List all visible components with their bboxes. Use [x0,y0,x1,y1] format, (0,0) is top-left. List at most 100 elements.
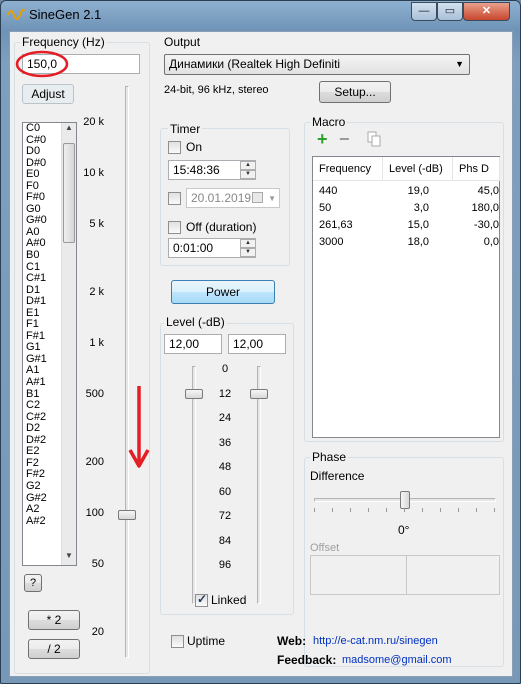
date-chevron-icon: ▼ [268,194,276,203]
macro-cell-phase: 45,0 [477,185,499,197]
copy-icon[interactable] [367,131,381,147]
title-bar[interactable]: SineGen 2.1 — ▭ ✕ [1,1,520,31]
app-window: SineGen 2.1 — ▭ ✕ Frequency (Hz) 150,0 A… [0,0,521,684]
phase-slider-thumb[interactable] [400,491,410,509]
help-button[interactable]: ? [24,574,42,592]
linked-label: Linked [211,593,247,607]
uptime-label: Uptime [187,634,226,648]
web-label: Web: [277,634,307,648]
output-label: Output [164,35,201,49]
macro-row[interactable]: 261,63 15,0 -30,0 [313,217,499,234]
main-panel: Frequency (Hz) 150,0 Adjust C0 C#0 D0 D#0 E0… [9,31,513,677]
phase-ticks [314,508,496,514]
col-frequency-header[interactable]: Frequency [313,157,383,181]
level-tick-label: 48 [218,461,232,473]
phase-label: Phase [310,450,349,464]
linked-checkbox[interactable] [195,592,208,607]
level-right-thumb[interactable] [250,389,268,399]
frequency-scale-label: 50 [91,558,104,570]
col-phase-header[interactable]: Phs D [453,157,500,181]
level-left-input[interactable]: 12,00 [164,334,222,354]
timer-date-value: 20.01.2019 [191,191,252,205]
timer-on-checkbox[interactable] [168,141,181,154]
macro-row[interactable]: 50 3,0 180,0 [313,200,499,217]
frequency-scale-label: 5 k [89,218,104,230]
phase-tick [332,508,333,512]
minimize-button[interactable]: — [411,2,437,21]
spin-up-icon[interactable]: ▲ [240,239,256,248]
output-device-select[interactable]: Динамики (Realtek High Definiti ▼ [164,54,470,75]
spin-down-icon[interactable]: ▼ [240,170,256,179]
output-format: 24-bit, 96 kHz, stereo [164,84,269,96]
duration-spinner[interactable]: ▲ ▼ [240,239,256,257]
frequency-scale-label: 2 k [89,286,104,298]
multiply-two-button[interactable]: * 2 [28,610,80,630]
phase-tick [494,508,495,512]
adjust-button[interactable]: Adjust [22,84,74,104]
phase-tick [368,508,369,512]
macro-cell-phase: -30,0 [473,219,499,231]
phase-tick [404,508,405,512]
web-link[interactable]: http://e-cat.nm.ru/sinegen [313,635,438,647]
uptime-checkbox[interactable] [171,635,184,648]
offset-box [310,555,500,595]
sine-wave-icon [7,8,25,20]
timer-date-input[interactable]: 20.01.2019 ▼ [186,188,280,208]
phase-tick [314,508,315,512]
red-arrow [128,386,150,468]
phase-tick [440,508,441,512]
window-title: SineGen 2.1 [29,7,102,22]
setup-button[interactable]: Setup... [319,81,391,103]
level-left-track[interactable] [192,366,196,604]
macro-cell-phase: 0,0 [483,236,499,248]
frequency-scale-label: 20 k [83,116,104,128]
plus-icon[interactable]: + [317,130,328,148]
phase-tick [350,508,351,512]
timer-date-checkbox[interactable] [168,192,181,205]
highlight-circle [15,50,69,78]
frequency-slider-track[interactable] [125,86,129,658]
level-label: Level (-dB) [164,315,227,329]
calendar-icon[interactable] [252,192,263,203]
macro-row[interactable]: 3000 18,0 0,0 [313,234,499,251]
phase-tick [476,508,477,512]
offset-label: Offset [310,542,340,554]
macro-cell-freq: 261,63 [319,219,353,231]
frequency-slider-thumb[interactable] [118,510,136,520]
macro-cell-freq: 50 [319,202,332,214]
spin-up-icon[interactable]: ▲ [240,161,256,170]
time-spinner[interactable]: ▲ ▼ [240,161,256,179]
level-tick-label: 36 [218,436,232,449]
macro-table[interactable]: Frequency Level (-dB) Phs D 440 19,0 45,0 5… [312,156,500,438]
timer-label: Timer [168,122,203,136]
frequency-label: Frequency (Hz) [20,35,107,49]
divide-two-button[interactable]: / 2 [28,639,80,659]
level-left-thumb[interactable] [185,389,203,399]
frequency-scale-label: 1 k [89,337,104,349]
power-button[interactable]: Power [171,280,275,304]
feedback-email[interactable]: madsome@gmail.com [342,654,452,666]
phase-tick [458,508,459,512]
timer-off-label: Off (duration) [186,220,257,234]
macro-row[interactable]: 440 19,0 45,0 [313,183,499,200]
phase-tick [386,508,387,512]
level-right-input[interactable]: 12,00 [228,334,286,354]
timer-off-checkbox[interactable] [168,221,181,234]
macro-cell-level: 15,0 [407,219,429,231]
frequency-scale-label: 100 [85,507,104,519]
level-tick-label: 0 [221,363,229,375]
spin-down-icon[interactable]: ▼ [240,248,256,257]
feedback-label: Feedback: [277,653,337,667]
chevron-down-icon: ▼ [455,59,464,69]
level-right-track[interactable] [257,366,261,604]
col-level-header[interactable]: Level (-dB) [383,157,453,181]
phase-tick [422,508,423,512]
macro-cell-level: 19,0 [407,185,429,197]
level-tick-label: 84 [218,534,232,547]
macro-cell-freq: 3000 [319,236,344,248]
maximize-button[interactable]: ▭ [437,2,463,21]
macro-cell-freq: 440 [319,185,338,197]
minus-icon[interactable]: − [339,130,350,148]
close-button[interactable]: ✕ [463,2,510,21]
frequency-scale-label: 10 k [83,167,104,179]
